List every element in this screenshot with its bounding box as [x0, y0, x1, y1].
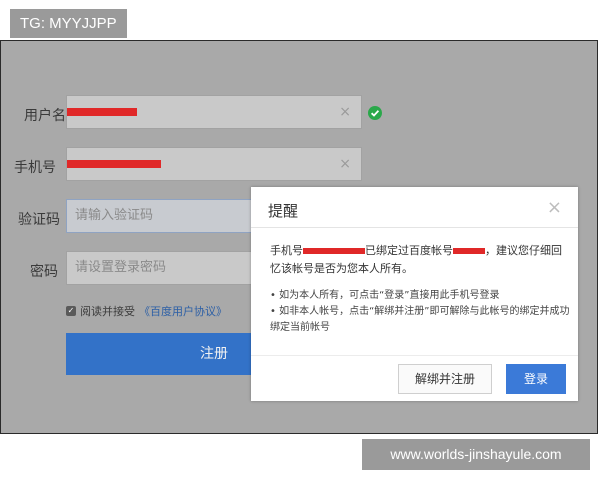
unbind-register-button[interactable]: 解绑并注册 — [398, 364, 492, 394]
login-button[interactable]: 登录 — [506, 364, 566, 394]
close-icon[interactable]: × — [547, 197, 562, 218]
clear-phone-icon[interactable]: × — [339, 148, 351, 180]
dialog-message: 手机号 已绑定过百度帐号 ，建议您仔细回忆该帐号是否为您本人所有。 — [270, 242, 566, 278]
channel-tag: TG: MYYJJPP — [10, 9, 127, 38]
check-circle-icon — [368, 106, 382, 120]
redacted-account-inline — [453, 248, 485, 254]
code-label: 验证码 — [18, 212, 60, 228]
dialog-bullets: • 如为本人所有，可点击“登录”直接用此手机号登录 • 如非本人帐号，点击“解绑… — [270, 288, 570, 336]
site-watermark: www.worlds-jinshayule.com — [362, 439, 590, 470]
agreement-row: ✓ 阅读并接受 《百度用户协议》 — [66, 303, 227, 319]
password-input[interactable]: 请设置登录密码 — [66, 251, 256, 285]
dialog-title: 提醒 — [268, 202, 299, 220]
code-input[interactable]: 请输入验证码 — [66, 199, 256, 233]
redacted-username — [67, 108, 137, 116]
dialog-footer-divider — [251, 355, 578, 356]
phone-field[interactable]: × — [66, 147, 362, 181]
phone-label: 手机号 — [14, 160, 56, 176]
clear-username-icon[interactable]: × — [339, 96, 351, 128]
redacted-phone — [67, 160, 161, 168]
agree-text: 阅读并接受 — [80, 305, 135, 318]
msg-prefix: 手机号 — [270, 244, 303, 257]
code-placeholder: 请输入验证码 — [75, 208, 154, 223]
dialog-divider — [251, 227, 578, 228]
bullet-unbind: • 如非本人帐号，点击“解绑并注册”即可解除与此帐号的绑定并成功绑定当前帐号 — [270, 306, 570, 333]
msg-mid: 已绑定过百度帐号 — [365, 244, 453, 257]
agree-checkbox[interactable]: ✓ — [66, 306, 76, 316]
user-agreement-link[interactable]: 《百度用户协议》 — [139, 303, 227, 319]
bullet-login: • 如为本人所有，可点击“登录”直接用此手机号登录 — [270, 290, 500, 301]
username-label: 用户名 — [24, 108, 66, 124]
password-placeholder: 请设置登录密码 — [75, 260, 167, 275]
redacted-phone-inline — [303, 248, 365, 254]
password-label: 密码 — [30, 264, 58, 280]
username-field[interactable]: × — [66, 95, 362, 129]
